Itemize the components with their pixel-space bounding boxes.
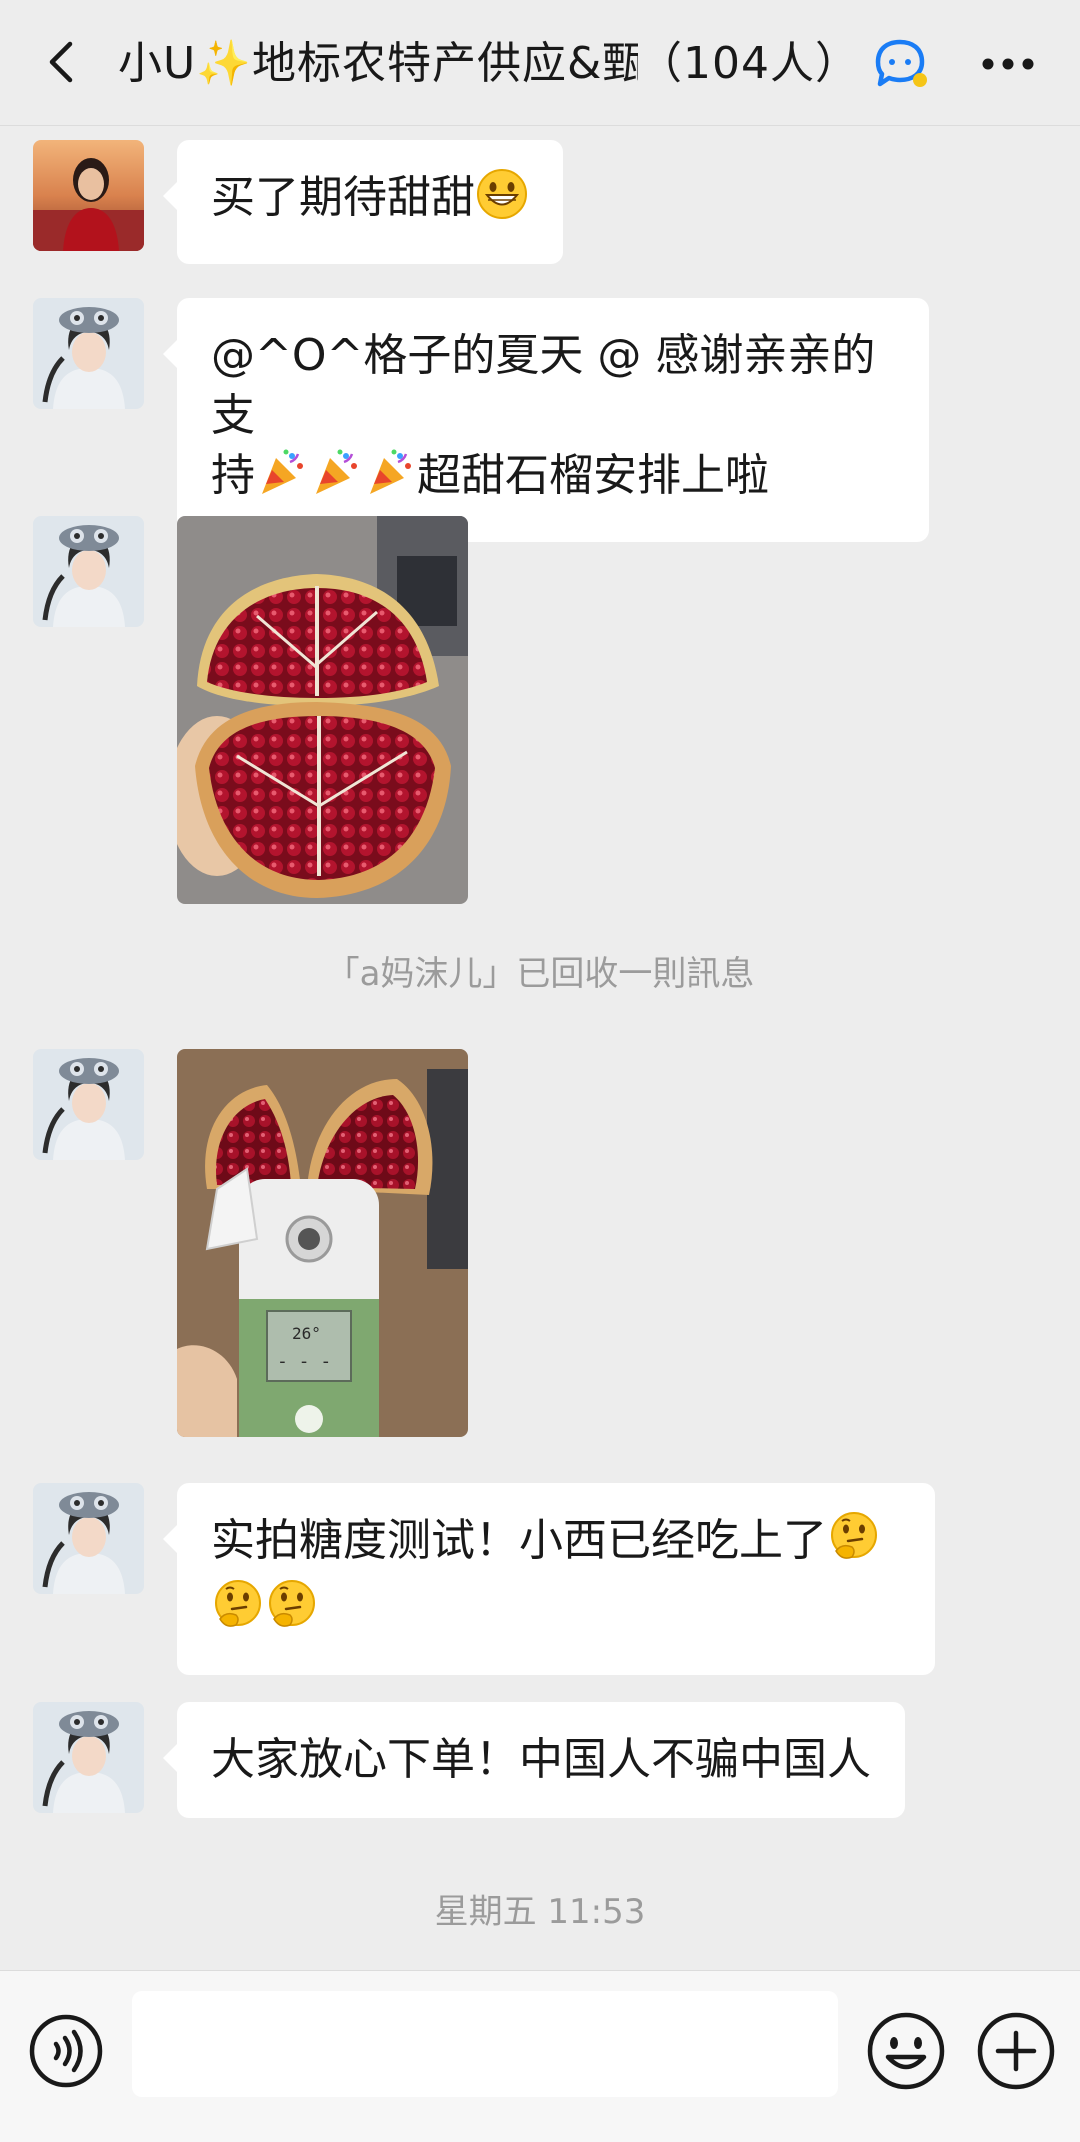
group-chat-button[interactable] (868, 32, 932, 96)
message-bubble[interactable]: @^O^格子的夏天 @ 感谢亲亲的支 持 超甜石榴安排上啦 (163, 298, 929, 542)
member-count: （104人） (638, 38, 840, 89)
chat-header: 小U✨地标农特产供应&甄（104人） (0, 0, 1080, 126)
message-text: 超甜石榴安排上啦 (417, 450, 769, 501)
brix-meter-pomegranate-photo: 26° - - - (177, 1049, 468, 1437)
voice-button[interactable] (26, 2011, 106, 2091)
recall-notice: 「a妈沫儿」已回收一則訊息 (325, 954, 755, 994)
message-text: 买了期待甜甜 (211, 172, 475, 223)
more-functions-button[interactable] (974, 2009, 1058, 2093)
timestamp: 星期五 11:53 (434, 1892, 646, 1932)
party-popper-icon (310, 446, 362, 514)
message-input[interactable] (132, 1991, 838, 2097)
plus-icon (977, 2012, 1055, 2090)
message-text-line: @^O^格子的夏天 @ 感谢亲亲的支 (211, 330, 876, 441)
sender-avatar[interactable] (33, 1483, 144, 1594)
message-bubble[interactable]: 买了期待甜甜 (163, 140, 563, 264)
svg-text:- - -: - - - (277, 1351, 331, 1372)
input-bar (0, 1970, 1080, 2142)
message-text-line: 实拍糖度测试！小西已经吃上了 (211, 1511, 901, 1579)
message-text-line (211, 1579, 901, 1647)
chat-bubble-icon (875, 39, 927, 87)
message-bubble[interactable]: 大家放心下单！中国人不骗中国人 (163, 1702, 905, 1818)
sender-avatar[interactable] (33, 140, 144, 251)
sender-avatar[interactable] (33, 1702, 144, 1813)
thinking-face-icon (828, 1511, 880, 1579)
message-text: 大家放心下单！中国人不骗中国人 (211, 1734, 871, 1785)
message-text: 实拍糖度测试！小西已经吃上了 (211, 1515, 827, 1566)
image-message[interactable]: 26° - - - (177, 1049, 468, 1437)
sender-avatar[interactable] (33, 298, 144, 409)
avatar-girl-hat (33, 516, 144, 627)
message-text-line: 持 超甜石榴安排上啦 (211, 446, 895, 514)
image-message[interactable] (177, 516, 468, 904)
sender-avatar[interactable] (33, 1049, 144, 1160)
avatar-girl-hat (33, 298, 144, 409)
emoji-icon (867, 2012, 945, 2090)
party-popper-icon (256, 446, 308, 514)
thinking-face-icon (212, 1579, 264, 1647)
voice-icon (29, 2014, 103, 2088)
grinning-face-icon (476, 168, 528, 236)
more-dots-icon (982, 58, 1034, 70)
message-bubble[interactable]: 实拍糖度测试！小西已经吃上了 (163, 1483, 935, 1675)
group-name: 小U✨地标农特产供应&甄 (118, 38, 638, 89)
avatar-girl-hat (33, 1483, 144, 1594)
svg-text:26°: 26° (292, 1324, 321, 1343)
avatar-girl-hat (33, 1049, 144, 1160)
avatar-girl-hat (33, 1702, 144, 1813)
thinking-face-icon (266, 1579, 318, 1647)
message-text: 持 (211, 450, 255, 501)
avatar-woman-red-dress (33, 140, 144, 251)
party-popper-icon (364, 446, 416, 514)
chevron-left-icon (49, 41, 73, 83)
more-options-button[interactable] (972, 32, 1044, 96)
chat-title: 小U✨地标农特产供应&甄（104人） (118, 34, 840, 94)
back-button[interactable] (30, 30, 94, 94)
emoji-button[interactable] (864, 2009, 948, 2093)
pomegranate-opened-photo (177, 516, 468, 904)
sender-avatar[interactable] (33, 516, 144, 627)
